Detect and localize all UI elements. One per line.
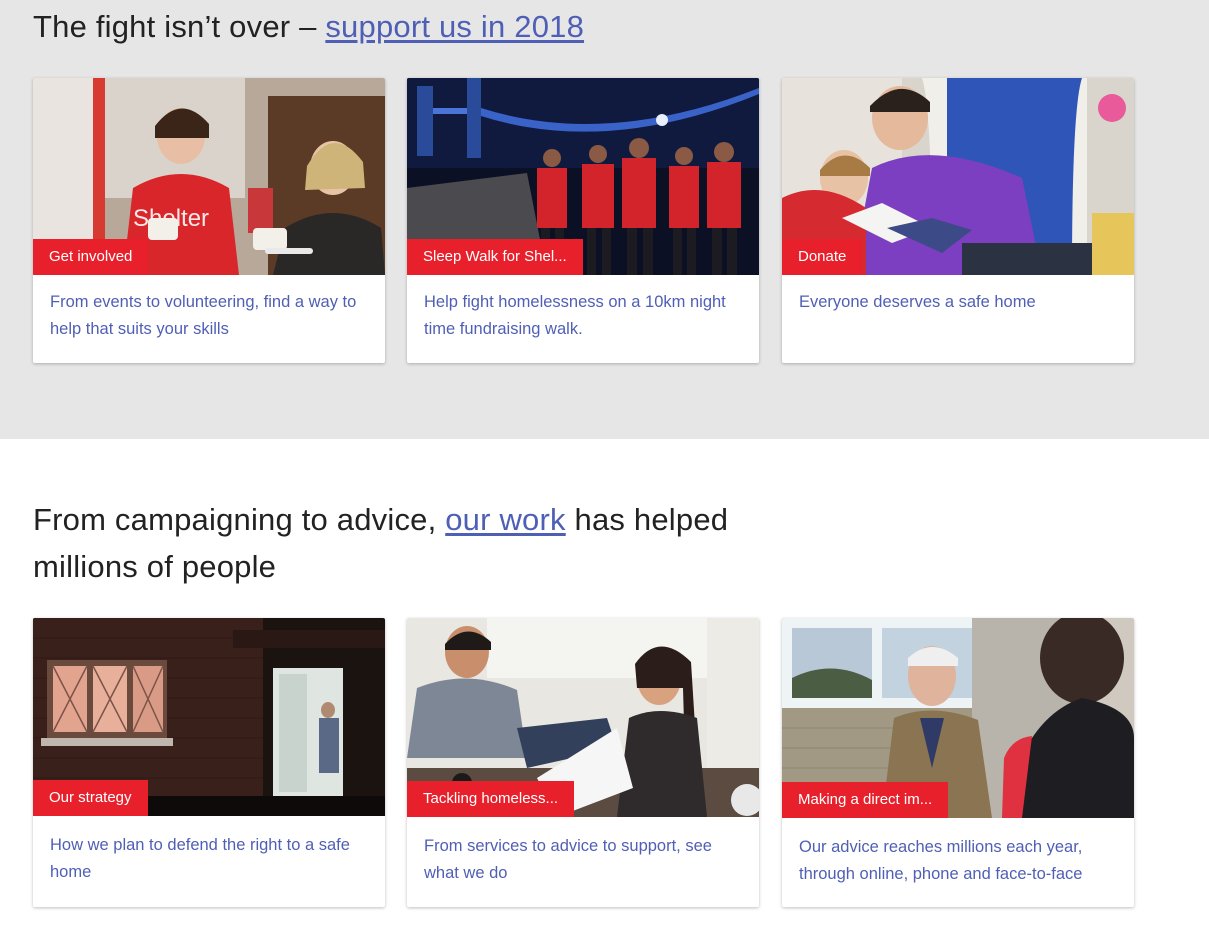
card-tag-making-direct-impact: Making a direct im...: [782, 782, 949, 818]
card-tag-tackling-homelessness: Tackling homeless...: [407, 781, 575, 817]
card-description: How we plan to defend the right to a saf…: [50, 836, 350, 881]
card-description: From services to advice to support, see …: [424, 837, 712, 882]
card-donate[interactable]: Donate Everyone deserves a safe home: [782, 78, 1134, 363]
card-description: Help fight homelessness on a 10km night …: [424, 293, 726, 338]
elderly-man-advice-photo: Making a direct im...: [782, 618, 1134, 818]
card-our-strategy[interactable]: Our strategy How we plan to defend the r…: [33, 618, 385, 907]
father-son-reading-photo: Donate: [782, 78, 1134, 275]
card-making-direct-impact[interactable]: Making a direct im... Our advice reaches…: [782, 618, 1134, 907]
card-tag-get-involved: Get involved: [33, 239, 149, 275]
card-get-involved[interactable]: Shelter Get involved From events to volu…: [33, 78, 385, 363]
card-description: From events to volunteering, find a way …: [50, 293, 357, 338]
card-tag-our-strategy: Our strategy: [33, 780, 148, 816]
work-heading-pre: From campaigning to advice,: [33, 502, 446, 537]
our-work-link[interactable]: our work: [445, 502, 565, 537]
card-description: Our advice reaches millions each year, t…: [799, 838, 1083, 883]
house-at-night-photo: Our strategy: [33, 618, 385, 816]
support-heading-text: The fight isn’t over –: [33, 9, 326, 44]
support-heading: The fight isn’t over – support us in 201…: [33, 3, 584, 50]
card-description: Everyone deserves a safe home: [799, 293, 1036, 311]
family-at-home-photo: Tackling homeless...: [407, 618, 759, 817]
support-2018-link[interactable]: support us in 2018: [325, 9, 584, 44]
card-tag-sleep-walk: Sleep Walk for Shel...: [407, 239, 583, 275]
card-sleep-walk[interactable]: Sleep Walk for Shel... Help fight homele…: [407, 78, 759, 363]
work-heading: From campaigning to advice, our work has…: [33, 496, 733, 590]
volunteers-photo: Shelter Get involved: [33, 78, 385, 275]
card-tag-donate: Donate: [782, 239, 863, 275]
card-tackling-homelessness[interactable]: Tackling homeless... From services to ad…: [407, 618, 759, 907]
night-walk-photo: Sleep Walk for Shel...: [407, 78, 759, 275]
